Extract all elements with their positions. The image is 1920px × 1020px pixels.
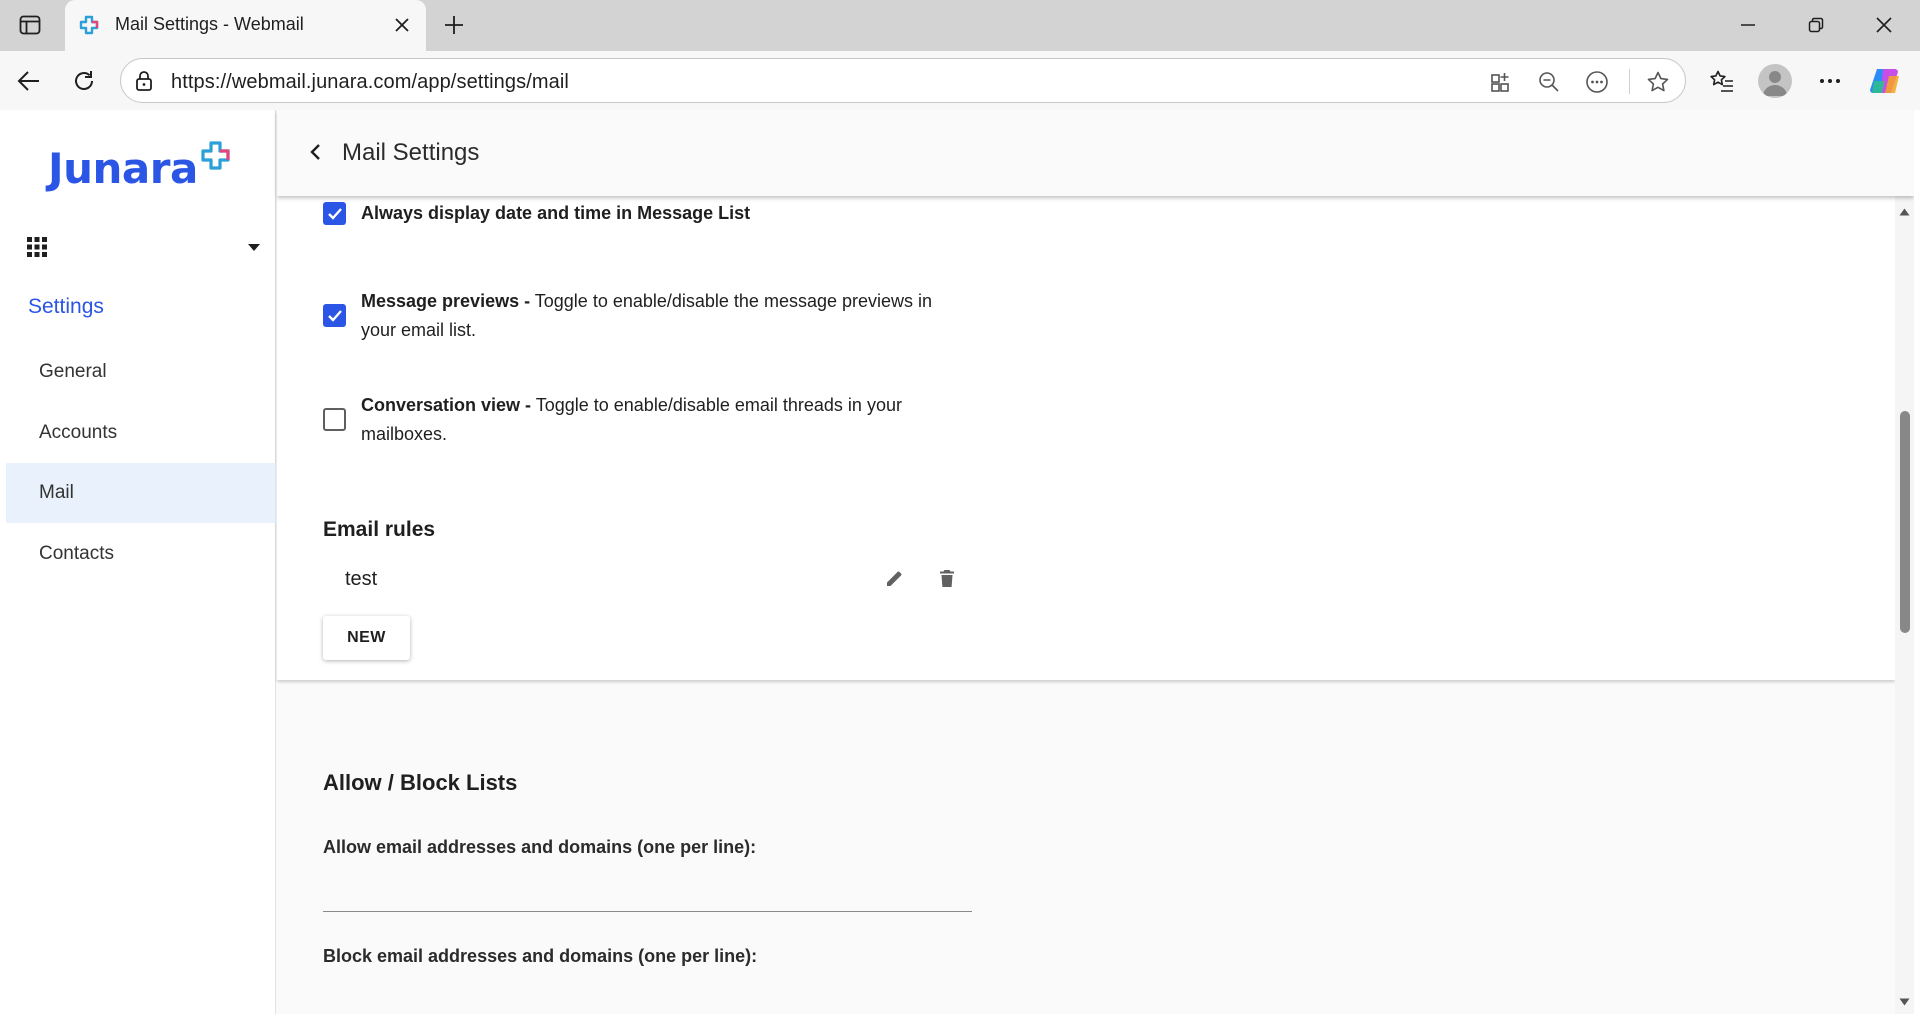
- sidebar-item-accounts[interactable]: Accounts: [6, 403, 276, 463]
- option-title: Conversation view -: [361, 395, 532, 415]
- page-options-icon[interactable]: [1583, 68, 1611, 96]
- content-scrollbar[interactable]: [1895, 196, 1914, 1014]
- logo-text: Junara: [48, 144, 198, 193]
- copilot-icon[interactable]: [1867, 63, 1903, 99]
- sidebar-item-general[interactable]: General: [6, 342, 276, 402]
- option-conversation-view[interactable]: Conversation view - Toggle to enable/dis…: [323, 391, 951, 449]
- reload-icon[interactable]: [66, 63, 102, 99]
- settings-sidebar: Junara Settings General Accounts Mail Co…: [6, 110, 276, 1014]
- allow-list-textarea[interactable]: [323, 911, 972, 912]
- message-previews-checkbox[interactable]: [323, 304, 346, 327]
- tab-title: Mail Settings - Webmail: [115, 14, 304, 34]
- apps-grid-icon[interactable]: [26, 236, 48, 258]
- checkmark-icon: [327, 207, 342, 220]
- scroll-down-arrow-icon[interactable]: [1899, 998, 1910, 1006]
- junara-favicon-icon: [79, 15, 99, 35]
- page-title: Mail Settings: [342, 139, 480, 166]
- option-message-previews[interactable]: Message previews - Toggle to enable/disa…: [323, 287, 951, 345]
- sidebar-item-mail[interactable]: Mail: [6, 463, 276, 523]
- delete-trash-icon[interactable]: [930, 561, 964, 595]
- lock-icon: [136, 71, 152, 91]
- option-label: Message previews - Toggle to enable/disa…: [361, 287, 951, 345]
- scrollbar-thumb[interactable]: [1900, 411, 1910, 633]
- allow-block-heading: Allow / Block Lists: [323, 770, 518, 795]
- webmail-app: Junara Settings General Accounts Mail Co…: [6, 110, 1914, 1014]
- checkmark-icon: [327, 309, 342, 322]
- settings-content: Always display date and time in Message …: [277, 196, 1895, 1014]
- caret-down-icon[interactable]: [246, 240, 262, 254]
- mail-options-card: Always display date and time in Message …: [277, 196, 1895, 680]
- close-tab-icon[interactable]: [388, 11, 416, 39]
- new-tab-icon[interactable]: [438, 9, 470, 41]
- browser-tab-bar: Mail Settings - Webmail: [0, 0, 1920, 51]
- zoom-out-icon[interactable]: [1535, 68, 1563, 96]
- sidebar-heading: Settings: [28, 295, 104, 318]
- junara-logo: Junara: [48, 141, 232, 200]
- back-arrow-icon[interactable]: [11, 63, 47, 99]
- favorite-star-icon[interactable]: [1644, 68, 1672, 96]
- option-title: Always display date and time in Message …: [361, 203, 751, 223]
- rule-name: test: [345, 568, 378, 590]
- settings-main: Mail Settings Always display date and ti…: [277, 110, 1914, 1014]
- option-label: Conversation view - Toggle to enable/dis…: [361, 391, 951, 449]
- option-label: Always display date and time in Message …: [361, 199, 951, 228]
- app-switcher[interactable]: [26, 232, 262, 262]
- profile-avatar[interactable]: [1758, 64, 1792, 98]
- date-time-checkbox[interactable]: [323, 202, 346, 225]
- restore-icon[interactable]: [1794, 8, 1838, 42]
- conversation-view-checkbox[interactable]: [323, 408, 346, 431]
- email-rules-heading: Email rules: [323, 518, 436, 541]
- minimize-icon[interactable]: [1726, 8, 1770, 42]
- page-header: Mail Settings: [277, 110, 1914, 196]
- browser-tab-active[interactable]: Mail Settings - Webmail: [65, 0, 426, 51]
- apps-install-icon[interactable]: [1487, 68, 1515, 96]
- back-chevron-icon[interactable]: [301, 138, 329, 166]
- new-rule-button[interactable]: NEW: [323, 616, 410, 660]
- option-date-time[interactable]: Always display date and time in Message …: [323, 199, 951, 228]
- scroll-up-arrow-icon[interactable]: [1899, 208, 1910, 216]
- sidebar-item-contacts[interactable]: Contacts: [6, 524, 276, 584]
- more-menu-icon[interactable]: [1812, 63, 1848, 99]
- junara-logo-mark-icon: [201, 141, 230, 170]
- address-separator: [1629, 69, 1630, 94]
- address-bar[interactable]: https://webmail.junara.com/app/settings/…: [120, 58, 1686, 103]
- tab-actions-icon[interactable]: [14, 10, 46, 40]
- edit-pencil-icon[interactable]: [877, 561, 911, 595]
- favorites-list-icon[interactable]: [1704, 63, 1740, 99]
- option-title: Message previews -: [361, 291, 531, 311]
- url-text[interactable]: https://webmail.junara.com/app/settings/…: [171, 71, 569, 94]
- browser-toolbar: https://webmail.junara.com/app/settings/…: [0, 51, 1920, 110]
- close-window-icon[interactable]: [1862, 8, 1906, 42]
- allow-list-label: Allow email addresses and domains (one p…: [323, 837, 757, 857]
- block-list-label: Block email addresses and domains (one p…: [323, 946, 758, 966]
